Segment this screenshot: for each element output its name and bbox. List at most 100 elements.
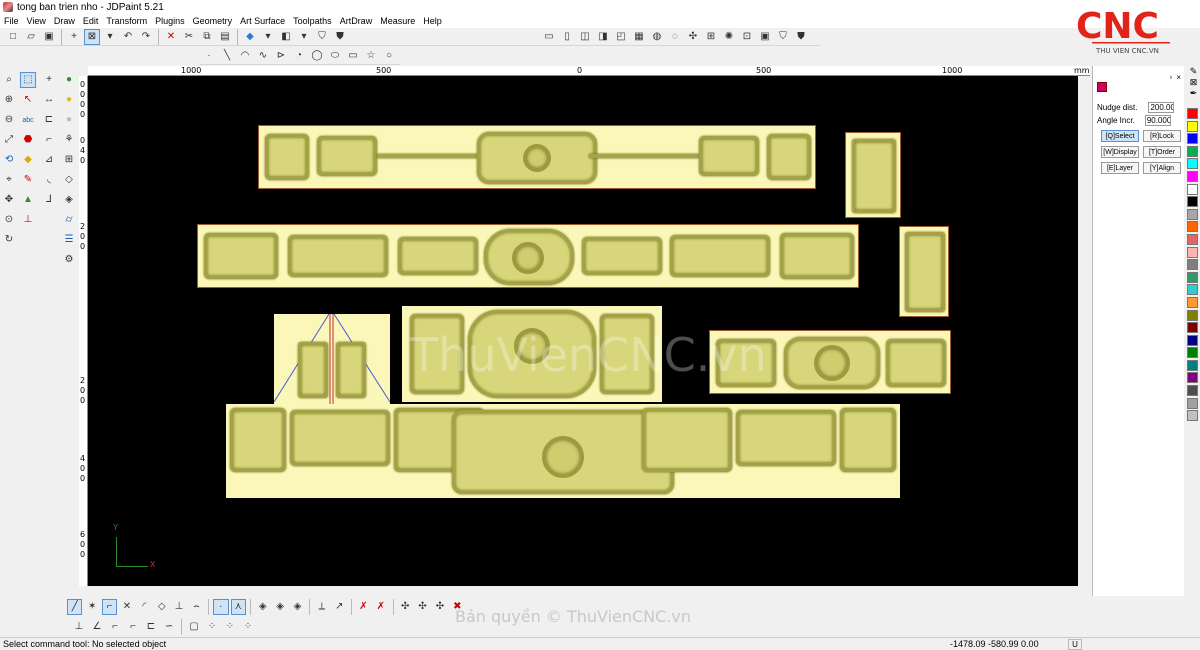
shield-solid-icon[interactable]: ⛊ [332,29,348,45]
offset-icon[interactable]: ⊏ [41,112,57,128]
pie-icon[interactable]: ◔ [291,48,307,64]
view-shade-icon[interactable]: ◍ [649,29,665,45]
view-wire-icon[interactable]: ◌ [667,29,683,45]
cut-icon[interactable]: ✂ [181,29,197,45]
color-swatch[interactable] [1187,208,1198,220]
grid-diamond3-icon[interactable]: ◈ [290,599,305,615]
menu-draw[interactable]: Draw [54,16,75,26]
cylinder-icon[interactable]: ⌭ [61,212,77,228]
select-button[interactable]: [Q]Select [1101,130,1139,142]
offset-tool-icon[interactable]: ⊏ [143,619,159,635]
color-swatch[interactable] [1187,196,1198,208]
line-icon[interactable]: ╲ [219,48,235,64]
color-swatch[interactable] [1187,410,1198,422]
eyedropper-icon[interactable]: ✒ [1190,88,1198,99]
mirror-icon[interactable]: ⊿ [41,152,57,168]
snap-corner-icon[interactable]: ⌐ [101,599,118,615]
drawing-canvas[interactable]: Y X ThuVienCNC.vn [88,76,1078,586]
relief-panel-second[interactable] [197,224,859,288]
color-swatch[interactable] [1187,120,1198,132]
extend-icon[interactable]: ↗ [331,599,346,615]
triangle-tool-icon[interactable]: ▲ [20,192,36,208]
delete-icon[interactable]: ✕ [163,29,179,45]
view-top-icon[interactable]: ▭ [541,29,557,45]
box-icon[interactable]: ▢ [186,619,202,635]
open-folder-icon[interactable]: ▱ [23,29,39,45]
dropdown-arrow-icon[interactable]: ▾ [260,29,276,45]
grid-icon[interactable]: ⊞ [61,152,77,168]
relief-panel-corner-right[interactable] [899,226,949,317]
corner-icon[interactable]: ⌐ [41,132,57,148]
settings-icon[interactable]: ⚙ [61,252,77,268]
crosshair-icon[interactable]: + [66,29,82,45]
color-swatch[interactable] [1187,397,1198,409]
new-file-icon[interactable]: □ [5,29,21,45]
minimize-icon[interactable]: ▫ [1169,73,1172,82]
menu-edit[interactable]: Edit [83,16,99,26]
ellipse-icon[interactable]: ⬭ [327,48,343,64]
color-swatch[interactable] [1187,158,1198,170]
light-icon[interactable]: ⚘ [61,132,77,148]
pen-icon[interactable]: ✎ [1190,66,1198,77]
menu-transform[interactable]: Transform [106,16,147,26]
zoom-extents-icon[interactable]: ⤢ [1,132,17,148]
color-swatch[interactable] [1187,233,1198,245]
star-icon[interactable]: ☆ [363,48,379,64]
color-swatch[interactable] [1187,359,1198,371]
view-right-icon[interactable]: ◨ [595,29,611,45]
color-swatch[interactable] [1187,145,1198,157]
view-chip-icon[interactable]: ⊡ [739,29,755,45]
menu-view[interactable]: View [27,16,46,26]
angle-icon[interactable]: ∠ [89,619,105,635]
view-grid-icon[interactable]: ▦ [631,29,647,45]
circle-icon[interactable]: ◯ [309,48,325,64]
relief-panel-top[interactable] [258,125,816,189]
rectangle-icon[interactable]: ▭ [345,48,361,64]
save-icon[interactable]: ▣ [41,29,57,45]
color-fill-icon[interactable]: ◆ [242,29,258,45]
stretch-icon[interactable]: ↔ [41,92,57,108]
grid-diamond-icon[interactable]: ◈ [255,599,270,615]
pen-tool-icon[interactable]: ✎ [20,172,36,188]
nudge-input[interactable] [1148,102,1175,113]
align-button[interactable]: [Y]Align [1143,162,1181,174]
color-swatch[interactable] [1187,309,1198,321]
snap-tangent-icon[interactable]: ⌢ [189,599,204,615]
color-swatch[interactable] [1187,170,1198,182]
zoom-all-icon[interactable]: ⊙ [1,212,17,228]
snap-perpendicular-icon[interactable]: ⊥ [171,599,186,615]
select-box-icon[interactable]: ⬚ [20,72,36,88]
select-window-icon[interactable]: ⊠ [84,28,100,45]
color-swatch[interactable] [1187,259,1198,271]
fill-tool-icon[interactable]: ◆ [20,152,36,168]
zoom-window-icon[interactable]: ⌕ [1,72,17,88]
pan-icon[interactable]: ✥ [1,192,17,208]
node-edit-icon[interactable]: ↖ [20,92,36,108]
lock-button[interactable]: [R]Lock [1143,130,1181,142]
menu-help[interactable]: Help [423,16,442,26]
array2-icon[interactable]: ⁘ [222,619,238,635]
array3-icon[interactable]: ⁘ [240,619,256,635]
color-swatch[interactable] [1187,296,1198,308]
color-swatch[interactable] [1187,334,1198,346]
fillet-icon[interactable]: ◟ [41,172,57,188]
bulb-off-icon[interactable]: ● [61,112,77,128]
menu-plugins[interactable]: Plugins [155,16,185,26]
relief-panel-bottom[interactable] [226,404,900,498]
snap-arc-icon[interactable]: ◜ [137,599,152,615]
snap-star-icon[interactable]: ✶ [84,599,99,615]
color-swatch[interactable] [1187,322,1198,334]
color-swatch[interactable] [1187,183,1198,195]
dropdown-arrow-icon[interactable]: ▾ [102,29,118,45]
menu-file[interactable]: File [4,16,19,26]
view-left-icon[interactable]: ◫ [577,29,593,45]
curve-icon[interactable]: ⊳ [273,48,289,64]
break2-icon[interactable]: ✗ [373,599,388,615]
layers-icon[interactable]: ◧ [278,29,294,45]
arc-icon[interactable]: ◠ [237,48,253,64]
snap-line-icon[interactable]: ╱ [67,599,83,615]
break-icon[interactable]: ✗ [356,599,371,615]
shield-icon[interactable]: ⛉ [775,29,791,45]
color-swatch[interactable] [1187,372,1198,384]
snap-point-icon[interactable]: · [213,599,229,615]
